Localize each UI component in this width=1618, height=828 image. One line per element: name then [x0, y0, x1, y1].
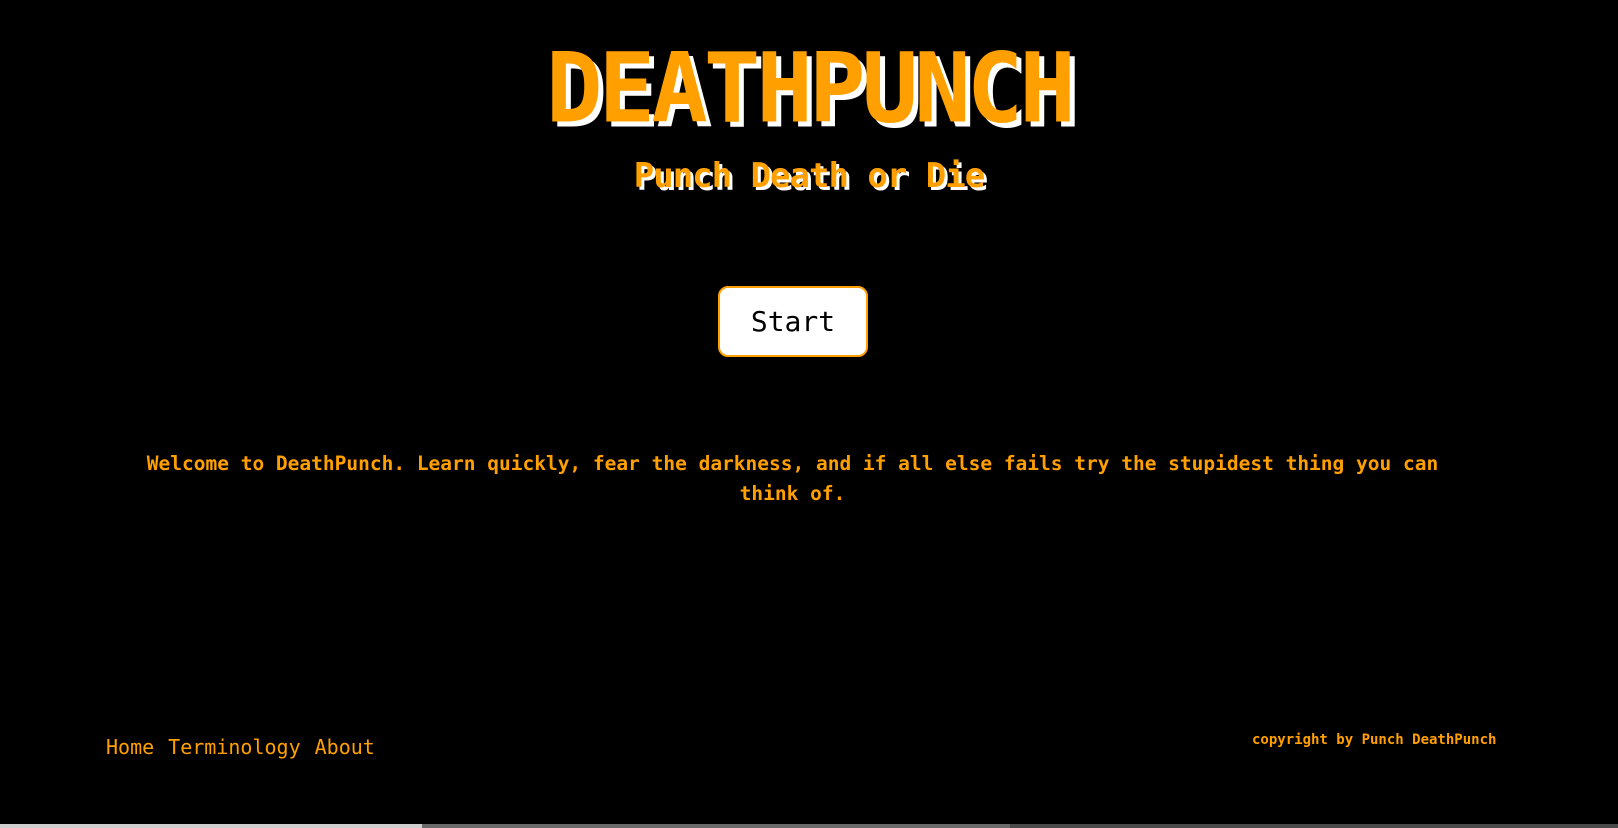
- copyright-text: copyright by Punch DeathPunch: [1252, 732, 1497, 748]
- scrollbar-track-segment: [422, 824, 1010, 828]
- site-subtitle: Punch Death or Die: [633, 156, 985, 196]
- site-title: DEATHPUNCH: [546, 33, 1076, 146]
- welcome-text: Welcome to DeathPunch. Learn quickly, fe…: [146, 452, 1439, 505]
- horizontal-scrollbar[interactable]: [0, 824, 1618, 828]
- scrollbar-thumb[interactable]: [0, 824, 422, 828]
- start-button[interactable]: Start: [718, 286, 868, 357]
- footer-link-terminology[interactable]: Terminology: [168, 734, 300, 760]
- page: DEATHPUNCH Punch Death or Die Start Welc…: [0, 0, 1618, 828]
- footer-link-about[interactable]: About: [315, 734, 375, 760]
- footer-link-home[interactable]: Home: [106, 734, 154, 760]
- footer-nav: Home Terminology About: [106, 734, 375, 760]
